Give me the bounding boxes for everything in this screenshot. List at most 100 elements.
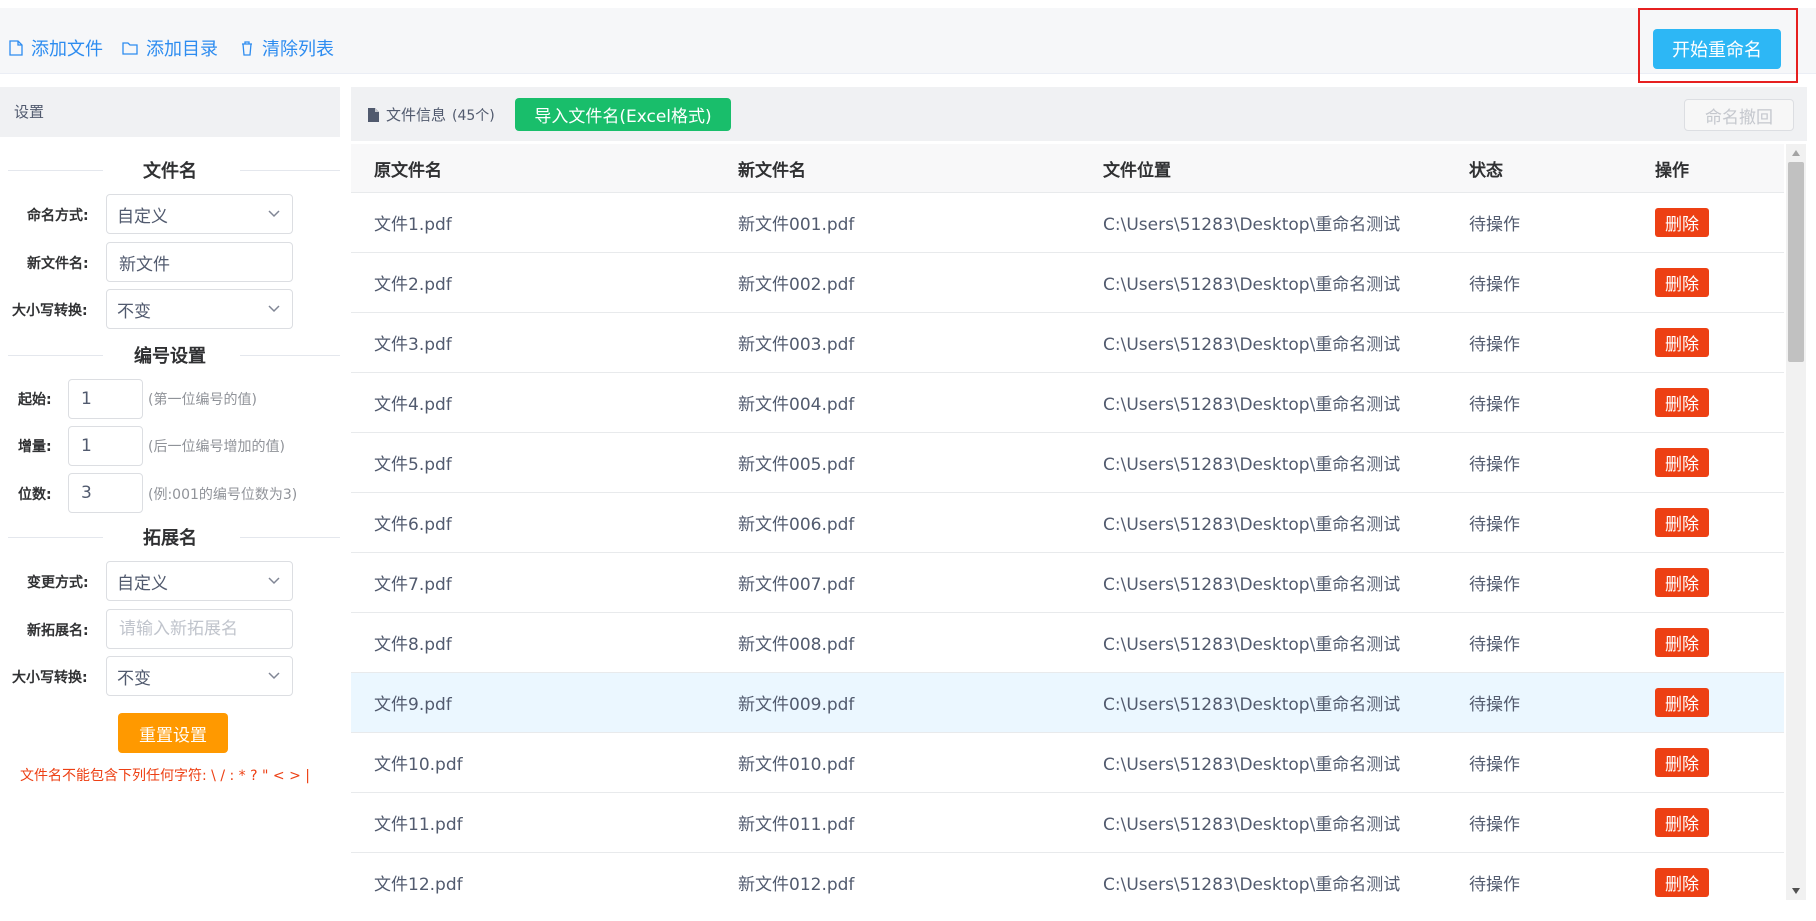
- col-action: 操作: [1655, 160, 1689, 181]
- table-row[interactable]: 文件8.pdf 新文件008.pdf C:\Users\51283\Deskto…: [351, 613, 1784, 673]
- extension-section-title: 拓展名: [0, 525, 340, 549]
- digits-input[interactable]: [79, 482, 142, 504]
- add-file-label: 添加文件: [31, 39, 103, 60]
- settings-panel: 设置 文件名 命名方式: 自定义 新文件名: 大小写转换: 不变 编号设置 起始…: [0, 87, 340, 898]
- table-row[interactable]: 文件10.pdf 新文件010.pdf C:\Users\51283\Deskt…: [351, 733, 1784, 793]
- new-extension-input[interactable]: [117, 618, 292, 640]
- file-icon: [9, 40, 23, 56]
- table-row[interactable]: 文件1.pdf 新文件001.pdf C:\Users\51283\Deskto…: [351, 193, 1784, 253]
- naming-method-select[interactable]: 自定义: [106, 194, 293, 234]
- new-name-cell: 新文件011.pdf: [738, 815, 855, 835]
- delete-button[interactable]: 删除: [1655, 508, 1709, 537]
- location-cell: C:\Users\51283\Desktop\重命名测试: [1103, 695, 1401, 715]
- action-cell: 删除: [1632, 808, 1784, 837]
- table-scrollbar[interactable]: [1786, 144, 1806, 900]
- location-cell: C:\Users\51283\Desktop\重命名测试: [1103, 395, 1401, 415]
- action-cell: 删除: [1632, 208, 1784, 237]
- add-file-button[interactable]: 添加文件: [9, 28, 103, 68]
- case-select[interactable]: 不变: [106, 289, 293, 329]
- case-label: 大小写转换:: [12, 303, 88, 319]
- ext-case-label: 大小写转换:: [12, 670, 88, 686]
- status-cell: 待操作: [1469, 575, 1520, 595]
- col-new-name: 新文件名: [738, 160, 806, 181]
- table-row[interactable]: 文件6.pdf 新文件006.pdf C:\Users\51283\Deskto…: [351, 493, 1784, 553]
- delete-button[interactable]: 删除: [1655, 328, 1709, 357]
- delete-button[interactable]: 删除: [1655, 688, 1709, 717]
- start-field[interactable]: [68, 379, 143, 419]
- start-hint: (第一位编号的值): [148, 392, 257, 408]
- scrollbar-thumb[interactable]: [1788, 162, 1804, 362]
- new-name-cell: 新文件005.pdf: [738, 455, 855, 475]
- naming-method-value: 自定义: [117, 206, 168, 227]
- change-method-label: 变更方式:: [27, 575, 89, 591]
- delete-button[interactable]: 删除: [1655, 868, 1709, 897]
- file-info-title: 文件信息 (45个): [367, 104, 495, 125]
- document-icon: [368, 107, 379, 122]
- original-name-cell: 文件10.pdf: [374, 755, 463, 775]
- location-cell: C:\Users\51283\Desktop\重命名测试: [1103, 755, 1401, 775]
- delete-button[interactable]: 删除: [1655, 568, 1709, 597]
- digits-field[interactable]: [68, 473, 143, 513]
- increment-field[interactable]: [68, 426, 143, 466]
- file-info-panel: 文件信息 (45个) 导入文件名(Excel格式) 命名撤回 原文件名 新文件名…: [351, 87, 1807, 902]
- status-cell: 待操作: [1469, 275, 1520, 295]
- scroll-up-arrow-icon[interactable]: [1792, 150, 1800, 156]
- delete-button[interactable]: 删除: [1655, 208, 1709, 237]
- table-row[interactable]: 文件9.pdf 新文件009.pdf C:\Users\51283\Deskto…: [351, 673, 1784, 733]
- table-row[interactable]: 文件5.pdf 新文件005.pdf C:\Users\51283\Deskto…: [351, 433, 1784, 493]
- reset-settings-button[interactable]: 重置设置: [118, 713, 228, 753]
- import-excel-button[interactable]: 导入文件名(Excel格式): [515, 98, 731, 131]
- table-row[interactable]: 文件7.pdf 新文件007.pdf C:\Users\51283\Deskto…: [351, 553, 1784, 613]
- action-cell: 删除: [1632, 868, 1784, 897]
- location-cell: C:\Users\51283\Desktop\重命名测试: [1103, 275, 1401, 295]
- table-row[interactable]: 文件12.pdf 新文件012.pdf C:\Users\51283\Deskt…: [351, 853, 1784, 902]
- table-row[interactable]: 文件2.pdf 新文件002.pdf C:\Users\51283\Deskto…: [351, 253, 1784, 313]
- clear-list-button[interactable]: 清除列表: [240, 28, 334, 68]
- original-name-cell: 文件5.pdf: [374, 455, 452, 475]
- action-cell: 删除: [1632, 748, 1784, 777]
- change-method-select[interactable]: 自定义: [106, 561, 293, 601]
- folder-icon: [122, 42, 138, 55]
- filename-section-label: 文件名: [143, 161, 197, 182]
- original-name-cell: 文件9.pdf: [374, 695, 452, 715]
- action-cell: 删除: [1632, 688, 1784, 717]
- new-name-cell: 新文件007.pdf: [738, 575, 855, 595]
- col-original-name: 原文件名: [374, 160, 442, 181]
- increment-input[interactable]: [79, 435, 142, 457]
- status-cell: 待操作: [1469, 815, 1520, 835]
- original-name-cell: 文件6.pdf: [374, 515, 452, 535]
- invalid-chars-warning: 文件名不能包含下列任何字符: \ / : * ? " < > |: [20, 768, 310, 784]
- new-filename-field[interactable]: [106, 242, 293, 282]
- new-extension-label: 新拓展名:: [27, 623, 89, 639]
- action-cell: 删除: [1632, 628, 1784, 657]
- delete-button[interactable]: 删除: [1655, 628, 1709, 657]
- new-name-cell: 新文件006.pdf: [738, 515, 855, 535]
- delete-button[interactable]: 删除: [1655, 388, 1709, 417]
- ext-case-select[interactable]: 不变: [106, 656, 293, 696]
- delete-button[interactable]: 删除: [1655, 808, 1709, 837]
- delete-button[interactable]: 删除: [1655, 268, 1709, 297]
- trash-icon: [242, 41, 252, 56]
- start-input[interactable]: [79, 388, 142, 410]
- table-header: 原文件名 新文件名 文件位置 状态 操作: [351, 144, 1784, 193]
- location-cell: C:\Users\51283\Desktop\重命名测试: [1103, 215, 1401, 235]
- new-name-cell: 新文件002.pdf: [738, 275, 855, 295]
- location-cell: C:\Users\51283\Desktop\重命名测试: [1103, 875, 1401, 895]
- table-row[interactable]: 文件11.pdf 新文件011.pdf C:\Users\51283\Deskt…: [351, 793, 1784, 853]
- undo-rename-button[interactable]: 命名撤回: [1684, 99, 1794, 131]
- location-cell: C:\Users\51283\Desktop\重命名测试: [1103, 455, 1401, 475]
- naming-method-label: 命名方式:: [27, 208, 89, 224]
- action-cell: 删除: [1632, 568, 1784, 597]
- numbering-section-label: 编号设置: [134, 346, 206, 367]
- original-name-cell: 文件1.pdf: [374, 215, 452, 235]
- delete-button[interactable]: 删除: [1655, 748, 1709, 777]
- table-row[interactable]: 文件3.pdf 新文件003.pdf C:\Users\51283\Deskto…: [351, 313, 1784, 373]
- new-name-cell: 新文件008.pdf: [738, 635, 855, 655]
- table-row[interactable]: 文件4.pdf 新文件004.pdf C:\Users\51283\Deskto…: [351, 373, 1784, 433]
- new-filename-input[interactable]: [117, 251, 292, 273]
- delete-button[interactable]: 删除: [1655, 448, 1709, 477]
- scroll-down-arrow-icon[interactable]: [1792, 888, 1800, 894]
- status-cell: 待操作: [1469, 455, 1520, 475]
- add-folder-button[interactable]: 添加目录: [122, 28, 218, 68]
- new-extension-field[interactable]: [106, 609, 293, 649]
